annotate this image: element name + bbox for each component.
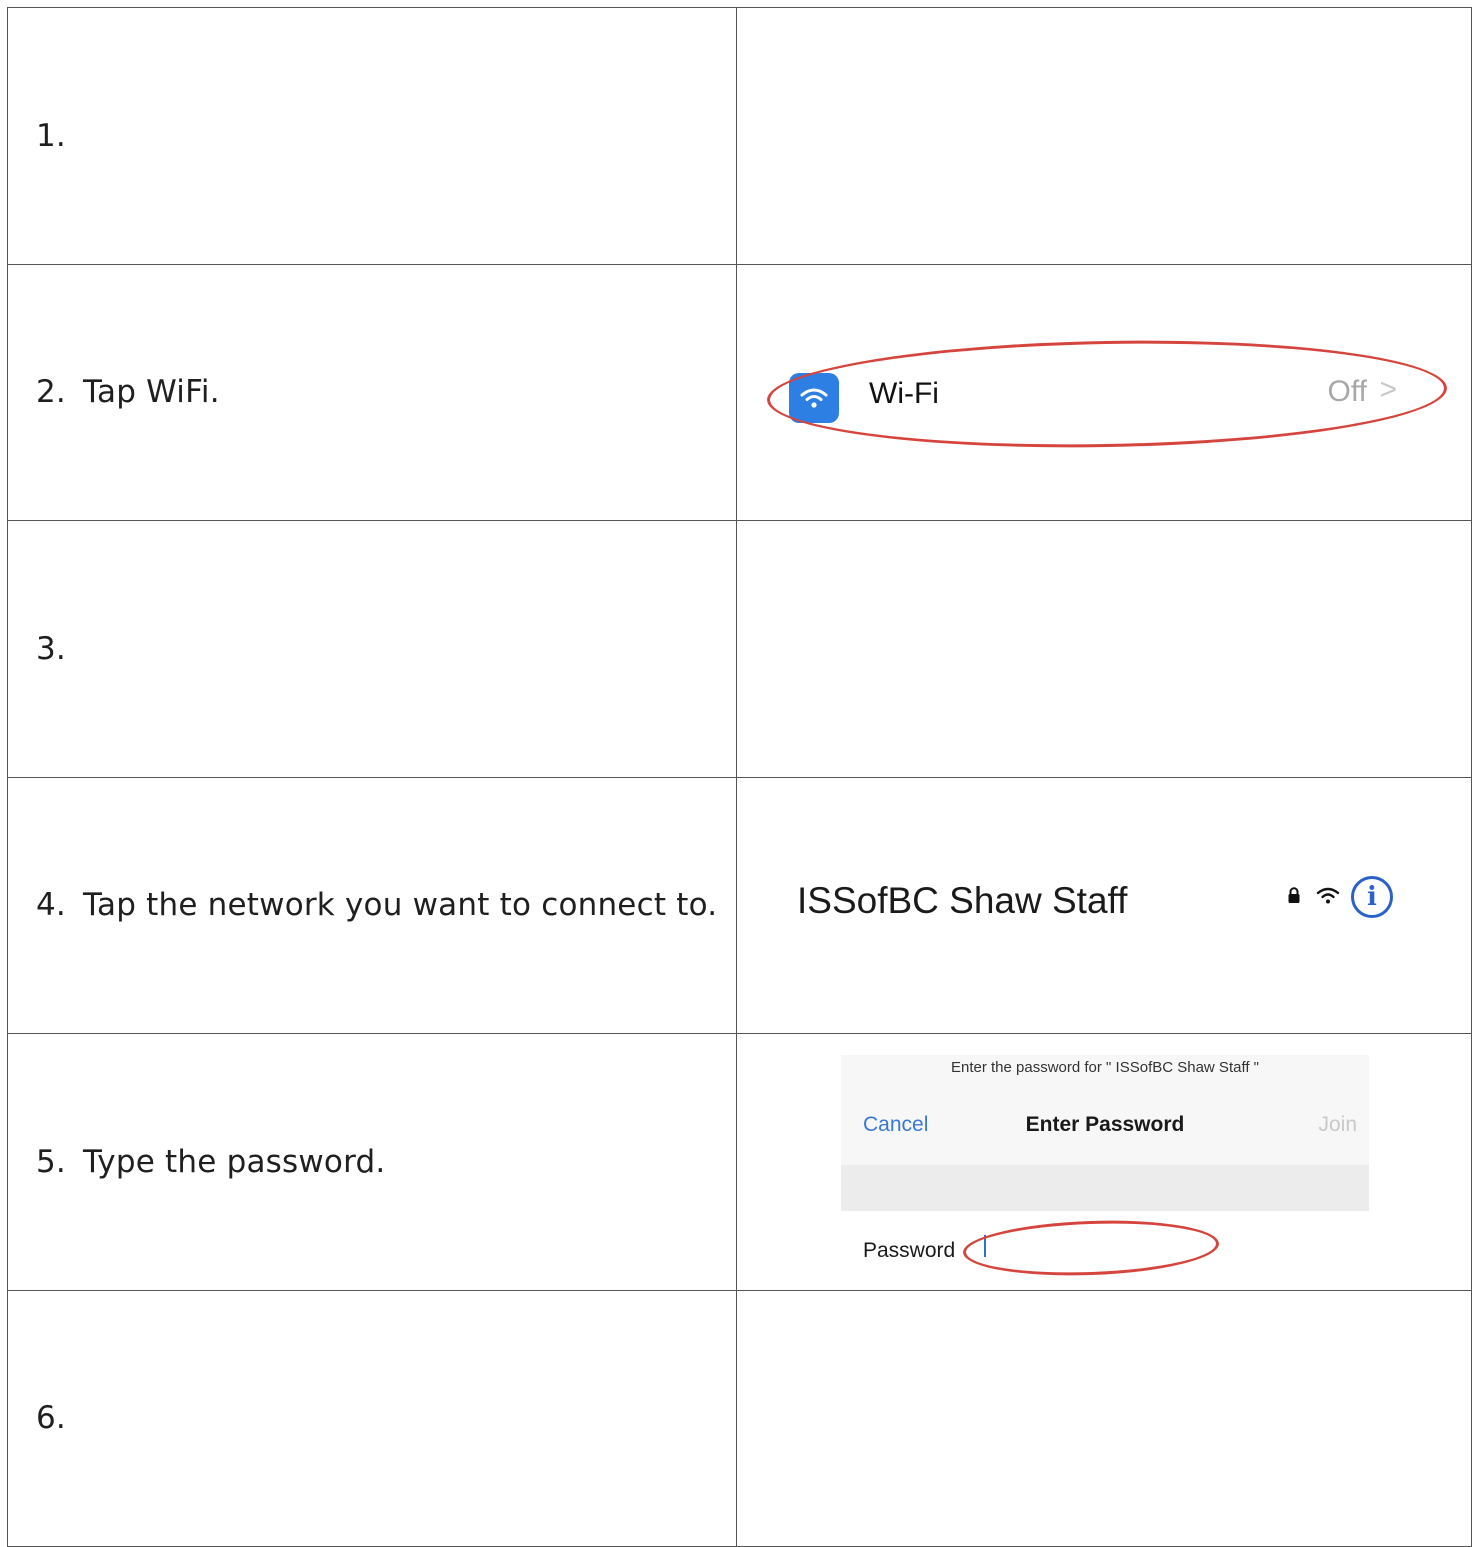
step-4-text-cell: 4. Tap the network you want to connect t…	[7, 776, 737, 1034]
network-status-icons: i	[1287, 872, 1393, 922]
password-prompt: Enter the password for " ISSofBC Shaw St…	[950, 1058, 1260, 1076]
step-row-5: 5. Type the password. Enter the password…	[7, 1033, 1472, 1291]
join-button[interactable]: Join	[1318, 1113, 1357, 1137]
wifi-icon	[1315, 885, 1341, 909]
dialog-separator	[841, 1164, 1369, 1211]
step-number: 4.	[36, 887, 66, 924]
step-2-text-cell: 2. Tap WiFi.	[7, 263, 737, 521]
password-label: Password	[863, 1238, 956, 1262]
password-field-row: Password	[841, 1210, 1369, 1289]
step-6-image-cell	[736, 1289, 1472, 1547]
highlight-oval	[962, 1216, 1220, 1280]
info-icon[interactable]: i	[1351, 876, 1393, 919]
step-instruction: Type the password.	[83, 1143, 386, 1180]
step-instruction: Tap WiFi.	[83, 374, 220, 411]
password-dialog: Enter the password for " ISSofBC Shaw St…	[841, 1054, 1369, 1289]
network-name[interactable]: ISSofBC Shaw Staff	[797, 880, 1127, 922]
lock-icon	[1287, 887, 1301, 908]
step-1-text-cell: 1.	[7, 7, 737, 265]
step-number: 6.	[36, 1400, 66, 1437]
step-row-2: 2. Tap WiFi. Wi-Fi Off >	[7, 263, 1472, 521]
steps-table: 1. 2. Tap WiFi. Wi-Fi Off > 3. 4. Tap th…	[7, 7, 1472, 1547]
step-row-3: 3.	[7, 520, 1472, 778]
step-1-image-cell	[736, 7, 1472, 265]
step-5-image-cell: Enter the password for " ISSofBC Shaw St…	[736, 1033, 1472, 1291]
step-2-image-cell: Wi-Fi Off >	[736, 263, 1472, 521]
step-row-6: 6.	[7, 1289, 1472, 1547]
step-instruction: Tap the network you want to connect to.	[83, 887, 718, 924]
step-3-text-cell: 3.	[7, 520, 737, 778]
step-number: 5.	[36, 1143, 66, 1180]
step-row-4: 4. Tap the network you want to connect t…	[7, 776, 1472, 1034]
step-5-text-cell: 5. Type the password.	[7, 1033, 737, 1291]
step-6-text-cell: 6.	[7, 1289, 737, 1547]
step-number: 3.	[36, 630, 66, 667]
dialog-title: Enter Password	[1025, 1112, 1185, 1136]
step-3-image-cell	[736, 520, 1472, 778]
step-row-1: 1.	[7, 7, 1472, 265]
step-4-image-cell: ISSofBC Shaw Staff i	[736, 776, 1472, 1034]
step-number: 2.	[36, 374, 66, 411]
step-number: 1.	[36, 117, 66, 154]
